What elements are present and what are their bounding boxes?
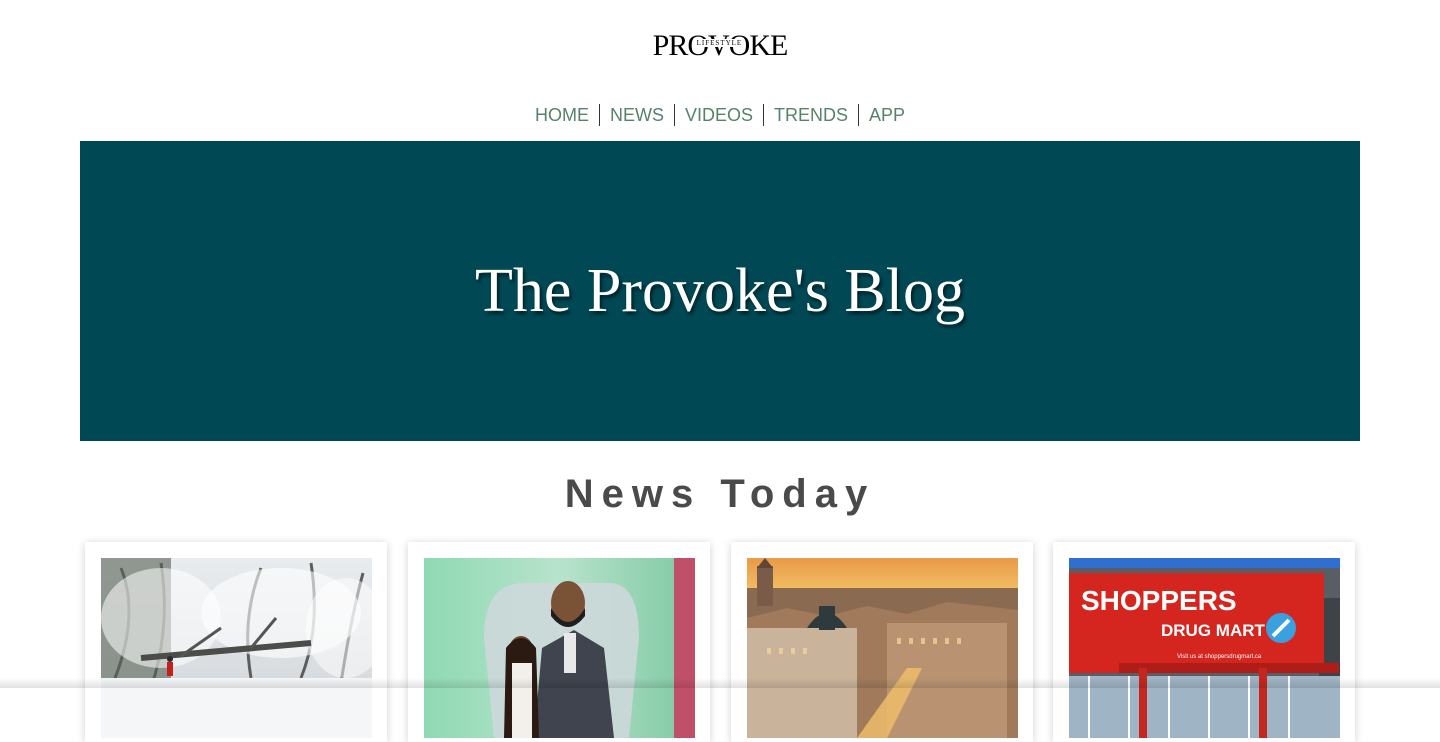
news-section-title: News Today	[564, 472, 876, 516]
nav-news[interactable]: NEWS	[598, 104, 674, 126]
news-card-image[interactable]	[747, 558, 1018, 738]
hero-title: The Provoke's Blog	[475, 256, 965, 325]
logo-tagline: LIFESTYLE	[695, 39, 744, 47]
store-sign-main: SHOPPERS	[1081, 585, 1237, 616]
news-card-image[interactable]	[424, 558, 695, 738]
nav-home[interactable]: HOME	[525, 104, 599, 126]
news-card-image[interactable]: SHOPPERS DRUG MART Visit us at shoppersd…	[1069, 558, 1340, 738]
news-card[interactable]	[408, 542, 710, 742]
news-card[interactable]	[731, 542, 1033, 742]
nav-videos[interactable]: VIDEOS	[673, 104, 763, 126]
site-logo[interactable]: PROVOKE LIFESTYLE	[0, 30, 1440, 62]
viewport-bottom-shadow	[0, 678, 1440, 688]
news-card-image[interactable]	[101, 558, 372, 738]
store-sign-small: Visit us at shoppersdrugmart.ca	[1177, 654, 1262, 660]
hero-banner: The Provoke's Blog	[80, 141, 1360, 441]
news-card[interactable]: SHOPPERS DRUG MART Visit us at shoppersd…	[1053, 542, 1355, 742]
news-card[interactable]	[85, 542, 387, 742]
main-nav: HOME NEWS VIDEOS TRENDS APP	[0, 103, 1440, 127]
nav-app[interactable]: APP	[858, 104, 915, 126]
store-sign-sub: DRUG MART	[1161, 621, 1265, 640]
nav-trends[interactable]: TRENDS	[762, 104, 858, 126]
